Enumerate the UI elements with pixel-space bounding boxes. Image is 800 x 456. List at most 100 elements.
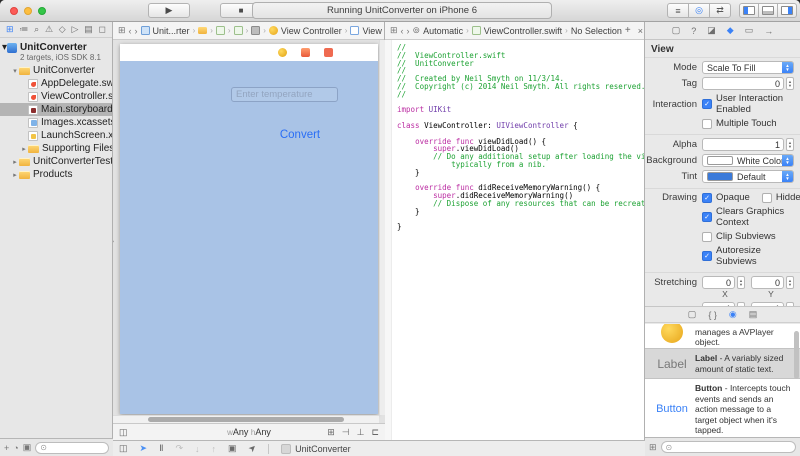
stretching-y-field[interactable]: 0 bbox=[751, 276, 784, 289]
storyboard-icon[interactable] bbox=[251, 26, 260, 35]
folder-icon[interactable] bbox=[198, 27, 207, 34]
navigator-filter-field[interactable]: ⊙ bbox=[35, 442, 109, 454]
view-debugger-button[interactable]: ▣ bbox=[228, 443, 237, 454]
pause-button[interactable]: Ⅱ bbox=[159, 443, 163, 454]
file-icon[interactable] bbox=[216, 26, 225, 35]
navigator-file-row[interactable]: ▾UnitConverter bbox=[0, 64, 112, 77]
library-scrollbar[interactable] bbox=[794, 331, 799, 379]
test-navigator-tab[interactable]: ◇ bbox=[59, 24, 66, 35]
recent-files-icon[interactable]: ◔ bbox=[13, 443, 18, 453]
project-navigator-tab[interactable]: ⊞ bbox=[6, 24, 14, 35]
tag-field[interactable]: 0 bbox=[702, 77, 784, 90]
alpha-stepper[interactable]: ▲▼ bbox=[786, 138, 794, 151]
navigator-file-row[interactable]: ▸UnitConverterTests bbox=[0, 155, 112, 168]
clears-graphics-checkbox[interactable]: ✓ bbox=[702, 212, 712, 222]
step-over-button[interactable]: ↷ bbox=[176, 443, 184, 454]
library-item[interactable]: ButtonButton - Intercepts touch events a… bbox=[645, 379, 800, 437]
autoresize-subviews-checkbox[interactable]: ✓ bbox=[702, 251, 712, 261]
assistant-mode[interactable]: Automatic bbox=[423, 26, 463, 36]
background-select[interactable]: White Color ▲▼ bbox=[702, 154, 794, 167]
breadcrumb-selection[interactable]: No Selection bbox=[571, 26, 622, 36]
forward-icon[interactable]: › bbox=[135, 26, 138, 36]
add-assistant-editor-button[interactable]: + bbox=[625, 25, 631, 36]
grid-view-toggle[interactable]: ⊞ bbox=[649, 442, 657, 453]
align-button[interactable]: ⊞ bbox=[327, 427, 335, 438]
library-item[interactable]: A view controller that manages a AVPlaye… bbox=[645, 324, 800, 348]
report-navigator-tab[interactable]: ◻ bbox=[99, 24, 106, 35]
first-responder-dock-icon[interactable] bbox=[301, 48, 310, 57]
user-interaction-checkbox[interactable]: ✓ bbox=[702, 99, 712, 109]
hidden-checkbox[interactable] bbox=[762, 193, 772, 203]
library-filter-field[interactable]: ⊙ bbox=[661, 441, 796, 453]
file-icon[interactable] bbox=[234, 26, 243, 35]
pin-button[interactable]: ⊣ bbox=[342, 427, 350, 438]
breakpoints-toggle-button[interactable]: ➤ bbox=[140, 443, 148, 454]
navigator-file-row[interactable]: Images.xcassets bbox=[0, 116, 112, 129]
find-navigator-tab[interactable]: ⌕ bbox=[34, 24, 39, 35]
size-inspector-tab[interactable]: ▭ bbox=[745, 25, 754, 36]
clip-subviews-checkbox[interactable] bbox=[702, 232, 712, 242]
navigator-file-row[interactable]: ViewController.swift bbox=[0, 90, 112, 103]
zoom-window-button[interactable] bbox=[38, 7, 46, 15]
quick-help-inspector-tab[interactable]: ? bbox=[691, 26, 696, 36]
project-row[interactable]: ▾UnitConverter2 targets, iOS SDK 8.1 bbox=[0, 41, 112, 64]
temperature-text-field[interactable]: Enter temperature bbox=[231, 87, 338, 102]
identity-inspector-tab[interactable]: ◪ bbox=[707, 25, 716, 36]
code-snippet-library-tab[interactable]: { } bbox=[708, 310, 717, 320]
opaque-checkbox[interactable]: ✓ bbox=[702, 193, 712, 203]
breakpoint-navigator-tab[interactable]: ▤ bbox=[84, 24, 93, 35]
stretching-x-stepper[interactable]: ▲▼ bbox=[737, 276, 745, 289]
stretching-x-field[interactable]: 0 bbox=[702, 276, 735, 289]
stretching-y-stepper[interactable]: ▲▼ bbox=[786, 276, 794, 289]
navigator-file-row[interactable]: ▸Products bbox=[0, 168, 112, 181]
white-color-swatch[interactable] bbox=[707, 156, 733, 165]
source-code-editor[interactable]: //// ViewController.swift// UnitConverte… bbox=[385, 40, 644, 440]
disclosure-triangle[interactable]: ▸ bbox=[11, 171, 19, 179]
view-controller-dock-icon[interactable] bbox=[278, 48, 287, 57]
media-library-tab[interactable]: ▤ bbox=[749, 309, 758, 320]
related-items-icon[interactable]: ⊞ bbox=[390, 25, 398, 36]
convert-button[interactable]: Convert bbox=[260, 129, 340, 141]
close-assistant-editor-button[interactable]: × bbox=[638, 26, 643, 36]
version-editor-button[interactable]: ⇄ bbox=[709, 3, 731, 18]
disclosure-triangle[interactable]: ▸ bbox=[11, 158, 19, 166]
back-icon[interactable]: ‹ bbox=[401, 26, 404, 36]
toggle-navigator-button[interactable] bbox=[739, 3, 759, 18]
hide-debug-area-button[interactable]: ◫ bbox=[119, 443, 128, 454]
breadcrumb-file[interactable]: ViewController.swift bbox=[484, 26, 562, 36]
exit-dock-icon[interactable] bbox=[324, 48, 333, 57]
add-icon[interactable]: + bbox=[4, 443, 9, 453]
tag-stepper[interactable]: ▲▼ bbox=[786, 77, 794, 90]
file-inspector-tab[interactable]: ▢ bbox=[672, 25, 681, 36]
symbol-navigator-tab[interactable]: ≔ bbox=[19, 24, 28, 35]
main-view[interactable]: Enter temperature Convert bbox=[120, 61, 378, 414]
scm-status-icon[interactable]: ▣ bbox=[23, 442, 32, 453]
file-template-library-tab[interactable]: ▢ bbox=[688, 309, 697, 320]
standard-editor-button[interactable]: ≡ bbox=[667, 3, 689, 18]
breadcrumb-project[interactable]: Unit...rter bbox=[153, 26, 190, 36]
storyboard-canvas[interactable]: Enter temperature Convert › bbox=[113, 40, 385, 423]
alpha-field[interactable]: 1 bbox=[702, 138, 784, 151]
canvas-horizontal-scrollbar[interactable] bbox=[113, 415, 379, 423]
step-out-button[interactable]: ↑ bbox=[212, 444, 217, 454]
navigator-file-row[interactable]: LaunchScreen.xib bbox=[0, 129, 112, 142]
issue-navigator-tab[interactable]: ⚠ bbox=[45, 24, 53, 35]
resizing-button[interactable]: ⊏ bbox=[371, 427, 379, 438]
view-controller-scene[interactable]: Enter temperature Convert bbox=[120, 44, 378, 414]
related-items-icon[interactable]: ⊞ bbox=[118, 25, 126, 36]
debug-navigator-tab[interactable]: ▷ bbox=[72, 24, 79, 35]
object-library-tab[interactable]: ◉ bbox=[729, 309, 737, 320]
navigator-file-row[interactable]: ▸Supporting Files bbox=[0, 142, 112, 155]
forward-icon[interactable]: › bbox=[407, 26, 410, 36]
disclosure-triangle[interactable]: ▾ bbox=[11, 67, 19, 75]
minimize-window-button[interactable] bbox=[24, 7, 32, 15]
navigator-file-row[interactable]: AppDelegate.swift bbox=[0, 77, 112, 90]
document-outline-toggle[interactable]: › bbox=[113, 233, 114, 248]
disclosure-triangle[interactable]: ▸ bbox=[20, 145, 28, 153]
tint-select[interactable]: Default ▲▼ bbox=[702, 170, 794, 183]
tint-color-swatch[interactable] bbox=[707, 172, 733, 181]
attributes-inspector-tab[interactable]: ◆ bbox=[727, 25, 734, 36]
assistant-editor-button[interactable]: ◎ bbox=[688, 3, 710, 18]
step-into-button[interactable]: ↓ bbox=[195, 444, 200, 454]
breadcrumb-view[interactable]: View bbox=[362, 26, 381, 36]
